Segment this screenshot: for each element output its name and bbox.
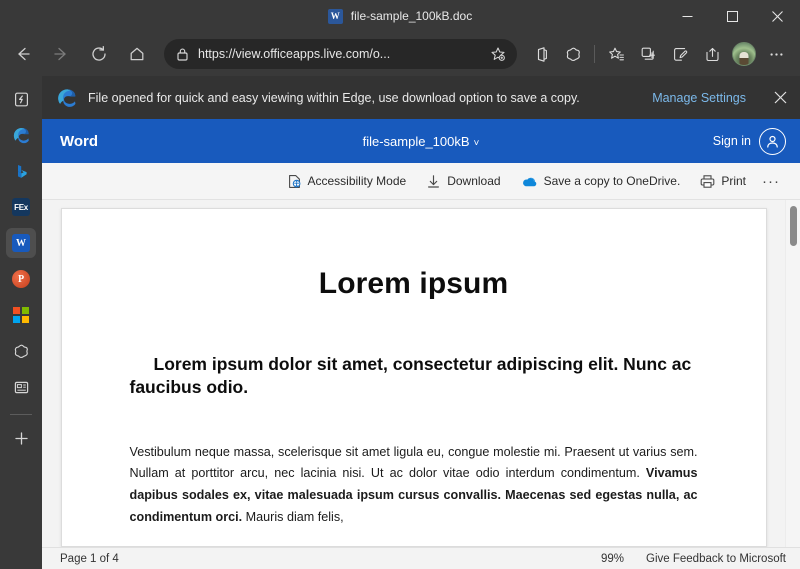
edge-logo-icon bbox=[56, 87, 78, 109]
info-bar-message: File opened for quick and easy viewing w… bbox=[88, 91, 642, 105]
add-favorite-icon[interactable] bbox=[485, 41, 511, 67]
status-bar-right: 99% Give Feedback to Microsoft bbox=[601, 553, 786, 565]
forward-arrow-icon[interactable] bbox=[44, 37, 78, 71]
word-icon: W bbox=[12, 234, 30, 252]
sidebar-item-powerpoint[interactable]: P bbox=[6, 264, 36, 294]
collections-icon[interactable] bbox=[633, 39, 663, 69]
word-icon: W bbox=[328, 9, 343, 24]
onedrive-icon bbox=[521, 174, 538, 189]
paragraph-text-part1: Vestibulum neque massa, scelerisque sit … bbox=[130, 445, 698, 481]
download-icon bbox=[426, 174, 441, 189]
sidebar-add-button[interactable] bbox=[6, 423, 36, 453]
print-label: Print bbox=[721, 174, 746, 188]
profile-avatar[interactable] bbox=[732, 42, 756, 66]
close-icon[interactable] bbox=[770, 88, 790, 108]
word-online-header: Word file-sample_100kB ˅ Sign in bbox=[42, 119, 800, 163]
office-icon[interactable] bbox=[526, 39, 556, 69]
save-to-onedrive-button[interactable]: Save a copy to OneDrive. bbox=[511, 168, 691, 195]
sidebar-item-microsoft[interactable] bbox=[6, 300, 36, 330]
download-label: Download bbox=[447, 174, 500, 188]
accessibility-mode-label: Accessibility Mode bbox=[308, 174, 407, 188]
sidebar-item-news[interactable] bbox=[6, 372, 36, 402]
favorites-icon[interactable] bbox=[601, 39, 631, 69]
edge-browser-window: W file-sample_100kB.doc bbox=[0, 0, 800, 569]
document-name-label: file-sample_100kB bbox=[363, 134, 470, 149]
scrollbar-thumb[interactable] bbox=[790, 206, 797, 246]
sidebar-item-notes[interactable] bbox=[6, 84, 36, 114]
document-title: Lorem ipsum bbox=[130, 267, 698, 301]
document-paragraph: Vestibulum neque massa, scelerisque sit … bbox=[130, 442, 698, 529]
accessibility-icon bbox=[287, 174, 302, 189]
sidebar-item-fex[interactable]: FEx bbox=[6, 192, 36, 222]
word-brand-label[interactable]: Word bbox=[60, 133, 98, 150]
document-page: Lorem ipsum Lorem ipsum dolor sit amet, … bbox=[61, 208, 767, 547]
lock-icon bbox=[176, 47, 189, 61]
more-options-icon[interactable]: ··· bbox=[756, 173, 788, 190]
address-bar[interactable]: https://view.officeapps.live.com/o... bbox=[164, 39, 517, 69]
accessibility-mode-button[interactable]: Accessibility Mode bbox=[277, 168, 417, 195]
browser-toolbar: https://view.officeapps.live.com/o... bbox=[0, 32, 800, 76]
account-circle-icon bbox=[759, 128, 786, 155]
sign-in-group[interactable]: Sign in bbox=[713, 128, 786, 155]
print-button[interactable]: Print bbox=[690, 168, 756, 195]
print-icon bbox=[700, 174, 715, 189]
document-viewport: Lorem ipsum Lorem ipsum dolor sit amet, … bbox=[42, 200, 800, 547]
sidebar-item-word[interactable]: W bbox=[6, 228, 36, 258]
window-title: file-sample_100kB.doc bbox=[351, 9, 472, 23]
page-content: File opened for quick and easy viewing w… bbox=[42, 76, 800, 569]
close-button[interactable] bbox=[755, 0, 800, 32]
copilot-icon[interactable] bbox=[558, 39, 588, 69]
vertical-scrollbar[interactable] bbox=[785, 200, 800, 547]
office-command-bar: Accessibility Mode Download Save a copy … bbox=[42, 163, 800, 200]
page-scroll-area: Lorem ipsum Lorem ipsum dolor sit amet, … bbox=[42, 200, 785, 547]
page-indicator: Page 1 of 4 bbox=[60, 553, 119, 565]
browser-body: FEx W P bbox=[0, 76, 800, 569]
document-heading: Lorem ipsum dolor sit amet, consectetur … bbox=[130, 353, 698, 400]
home-icon[interactable] bbox=[120, 37, 154, 71]
microsoft-icon bbox=[13, 307, 29, 323]
maximize-button[interactable] bbox=[710, 0, 755, 32]
powerpoint-icon: P bbox=[12, 270, 30, 288]
share-icon[interactable] bbox=[697, 39, 727, 69]
feedback-link[interactable]: Give Feedback to Microsoft bbox=[646, 553, 786, 565]
address-text[interactable]: https://view.officeapps.live.com/o... bbox=[198, 47, 485, 61]
download-button[interactable]: Download bbox=[416, 168, 510, 195]
sidebar-item-copilot[interactable] bbox=[6, 336, 36, 366]
screenshot-icon[interactable] bbox=[665, 39, 695, 69]
refresh-icon[interactable] bbox=[82, 37, 116, 71]
minimize-button[interactable] bbox=[665, 0, 710, 32]
status-bar: Page 1 of 4 99% Give Feedback to Microso… bbox=[42, 547, 800, 569]
fex-icon: FEx bbox=[12, 198, 30, 216]
chevron-down-icon: ˅ bbox=[474, 138, 480, 149]
settings-and-more-icon[interactable] bbox=[761, 39, 791, 69]
toolbar-divider bbox=[594, 45, 595, 63]
back-arrow-icon[interactable] bbox=[6, 37, 40, 71]
edge-sidebar: FEx W P bbox=[0, 76, 42, 569]
title-bar: W file-sample_100kB.doc bbox=[0, 0, 800, 32]
paragraph-text-part2: Mauris diam felis, bbox=[242, 510, 343, 524]
manage-settings-link[interactable]: Manage Settings bbox=[652, 91, 746, 105]
edge-info-bar: File opened for quick and easy viewing w… bbox=[42, 76, 800, 119]
sidebar-item-edge[interactable] bbox=[6, 120, 36, 150]
sidebar-item-bing[interactable] bbox=[6, 156, 36, 186]
document-name-chip[interactable]: file-sample_100kB ˅ bbox=[42, 134, 800, 149]
sidebar-divider bbox=[10, 414, 32, 415]
sign-in-label: Sign in bbox=[713, 134, 751, 148]
window-controls bbox=[665, 0, 800, 32]
zoom-level[interactable]: 99% bbox=[601, 553, 624, 565]
save-to-onedrive-label: Save a copy to OneDrive. bbox=[544, 174, 681, 188]
